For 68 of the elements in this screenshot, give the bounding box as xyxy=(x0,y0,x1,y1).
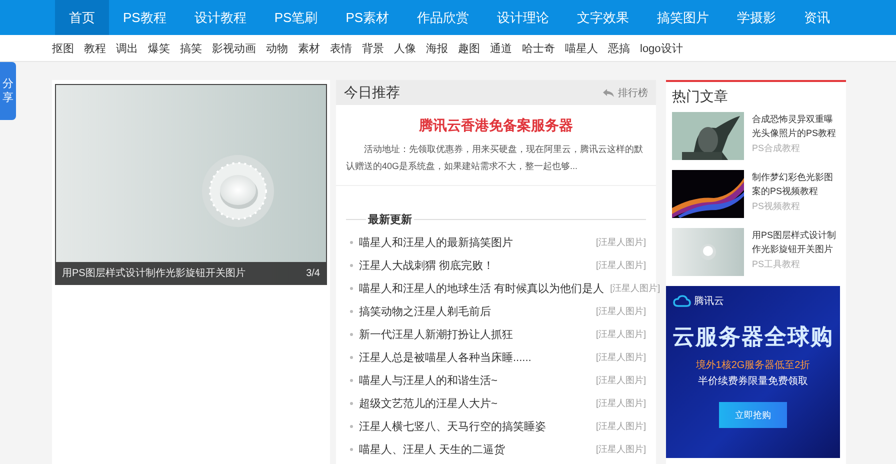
nav-tab[interactable]: 搞笑图片 xyxy=(643,0,724,35)
tag-link[interactable]: 喵星人 xyxy=(565,40,598,56)
tag-link[interactable]: logo设计 xyxy=(640,40,683,56)
article-link[interactable]: 喵星人、汪星人 天生的二逼货 xyxy=(359,442,590,457)
ad-brand: 腾讯云 xyxy=(694,294,724,308)
article-link[interactable]: 汪星人总是被喵星人各种当床睡...... xyxy=(359,350,590,365)
reply-arrow-icon xyxy=(603,88,614,96)
nav-tab[interactable]: 资讯 xyxy=(790,0,844,35)
ad-offer: 境外1核2G服务器低至2折 xyxy=(696,358,810,372)
tag-link[interactable]: 抠图 xyxy=(52,40,74,56)
nav-tab[interactable]: PS笔刷 xyxy=(260,0,332,35)
nav-tab[interactable]: PS教程 xyxy=(109,0,180,35)
bullet-icon xyxy=(350,402,353,405)
tag-link[interactable]: 通道 xyxy=(490,40,512,56)
tag-link[interactable]: 素材 xyxy=(298,40,320,56)
bullet-icon xyxy=(350,287,353,290)
promo-summary: 活动地址：先领取优惠券，用来买硬盘，现在阿里云，腾讯云这样的默认赠送的40G是系统盘，如果建站需求不大，整一起也够... xyxy=(346,143,644,173)
bullet-icon xyxy=(350,356,353,359)
article-link[interactable]: 用PS图层样式设计制作光影旋钮开关图片 xyxy=(752,228,840,256)
tag-link[interactable]: 爆笑 xyxy=(148,40,170,56)
nav-tab[interactable]: 文字效果 xyxy=(563,0,644,35)
bullet-icon xyxy=(350,310,353,313)
nav-tab[interactable]: 首页 xyxy=(55,0,109,35)
bullet-icon xyxy=(350,241,353,244)
article-link[interactable]: 制作梦幻彩色光影图案的PS视频教程 xyxy=(752,170,840,198)
bullet-icon xyxy=(350,448,353,451)
promo-headline[interactable]: 腾讯云香港免备案服务器 xyxy=(346,117,646,135)
latest-title: 最新更新 xyxy=(367,212,413,227)
nav-tab[interactable]: 设计理论 xyxy=(483,0,564,35)
ranking-link[interactable]: 排行榜 xyxy=(603,86,648,100)
bullet-icon xyxy=(350,264,353,267)
tag-link[interactable]: 动物 xyxy=(266,40,288,56)
slide-counter: 3/4 xyxy=(306,268,320,278)
nav-tab[interactable]: 作品欣赏 xyxy=(403,0,484,35)
tag-link[interactable]: 海报 xyxy=(426,40,448,56)
article-link[interactable]: 新一代汪星人新潮打扮让人抓狂 xyxy=(359,327,590,342)
tag-link[interactable]: 人像 xyxy=(394,40,416,56)
slide-caption[interactable]: 用PS图层样式设计制作光影旋钮开关图片 xyxy=(62,266,246,280)
cloud-icon xyxy=(673,295,691,307)
tag-link[interactable]: 哈士奇 xyxy=(522,40,555,56)
article-link[interactable]: 汪星人横七竖八、天马行空的搞笑睡姿 xyxy=(359,419,590,434)
sidebar-title: 热门文章 xyxy=(672,88,729,106)
article-link[interactable]: 喵星人和汪星人的地球生活 有时候真以为他们是人 xyxy=(359,281,604,296)
nav-tab[interactable]: 设计教程 xyxy=(180,0,260,35)
section-title: 今日推荐 xyxy=(344,84,400,102)
ad-subline: 半价续费券限量免费领取 xyxy=(698,374,808,388)
tag-link[interactable]: 搞笑 xyxy=(180,40,202,56)
article-link[interactable]: 汪星人大战刺猬 彻底完败！ xyxy=(359,258,590,273)
share-tab[interactable]: 分享 xyxy=(0,62,16,120)
tag-link[interactable]: 恶搞 xyxy=(608,40,630,56)
article-link[interactable]: 搞笑动物之汪星人剃毛前后 xyxy=(359,304,590,319)
tag-link[interactable]: 调出 xyxy=(116,40,138,56)
article-link[interactable]: 超级文艺范儿的汪星人大片~ xyxy=(359,396,590,411)
article-link[interactable]: 合成恐怖灵异双重曝光头像照片的PS教程 xyxy=(752,112,840,140)
article-link[interactable]: 喵星人和汪星人的最新搞笑图片 xyxy=(359,235,590,250)
bullet-icon xyxy=(350,333,353,336)
ad-headline: 云服务器全球购 xyxy=(672,323,834,351)
tag-link[interactable]: 教程 xyxy=(84,40,106,56)
bullet-icon xyxy=(350,425,353,428)
tag-link[interactable]: 影视动画 xyxy=(212,40,256,56)
tag-link[interactable]: 背景 xyxy=(362,40,384,56)
tag-link[interactable]: 表情 xyxy=(330,40,352,56)
bullet-icon xyxy=(350,379,353,382)
nav-tab[interactable]: 学摄影 xyxy=(723,0,790,35)
article-link[interactable]: 喵星人与汪星人的和谐生活~ xyxy=(359,373,590,388)
tag-link[interactable]: 趣图 xyxy=(458,40,480,56)
ad-banner[interactable]: 腾讯云 云服务器全球购 境外1核2G服务器低至2折 半价续费券限量免费领取 立即抢购 xyxy=(666,286,840,458)
nav-tab[interactable]: PS素材 xyxy=(332,0,404,35)
